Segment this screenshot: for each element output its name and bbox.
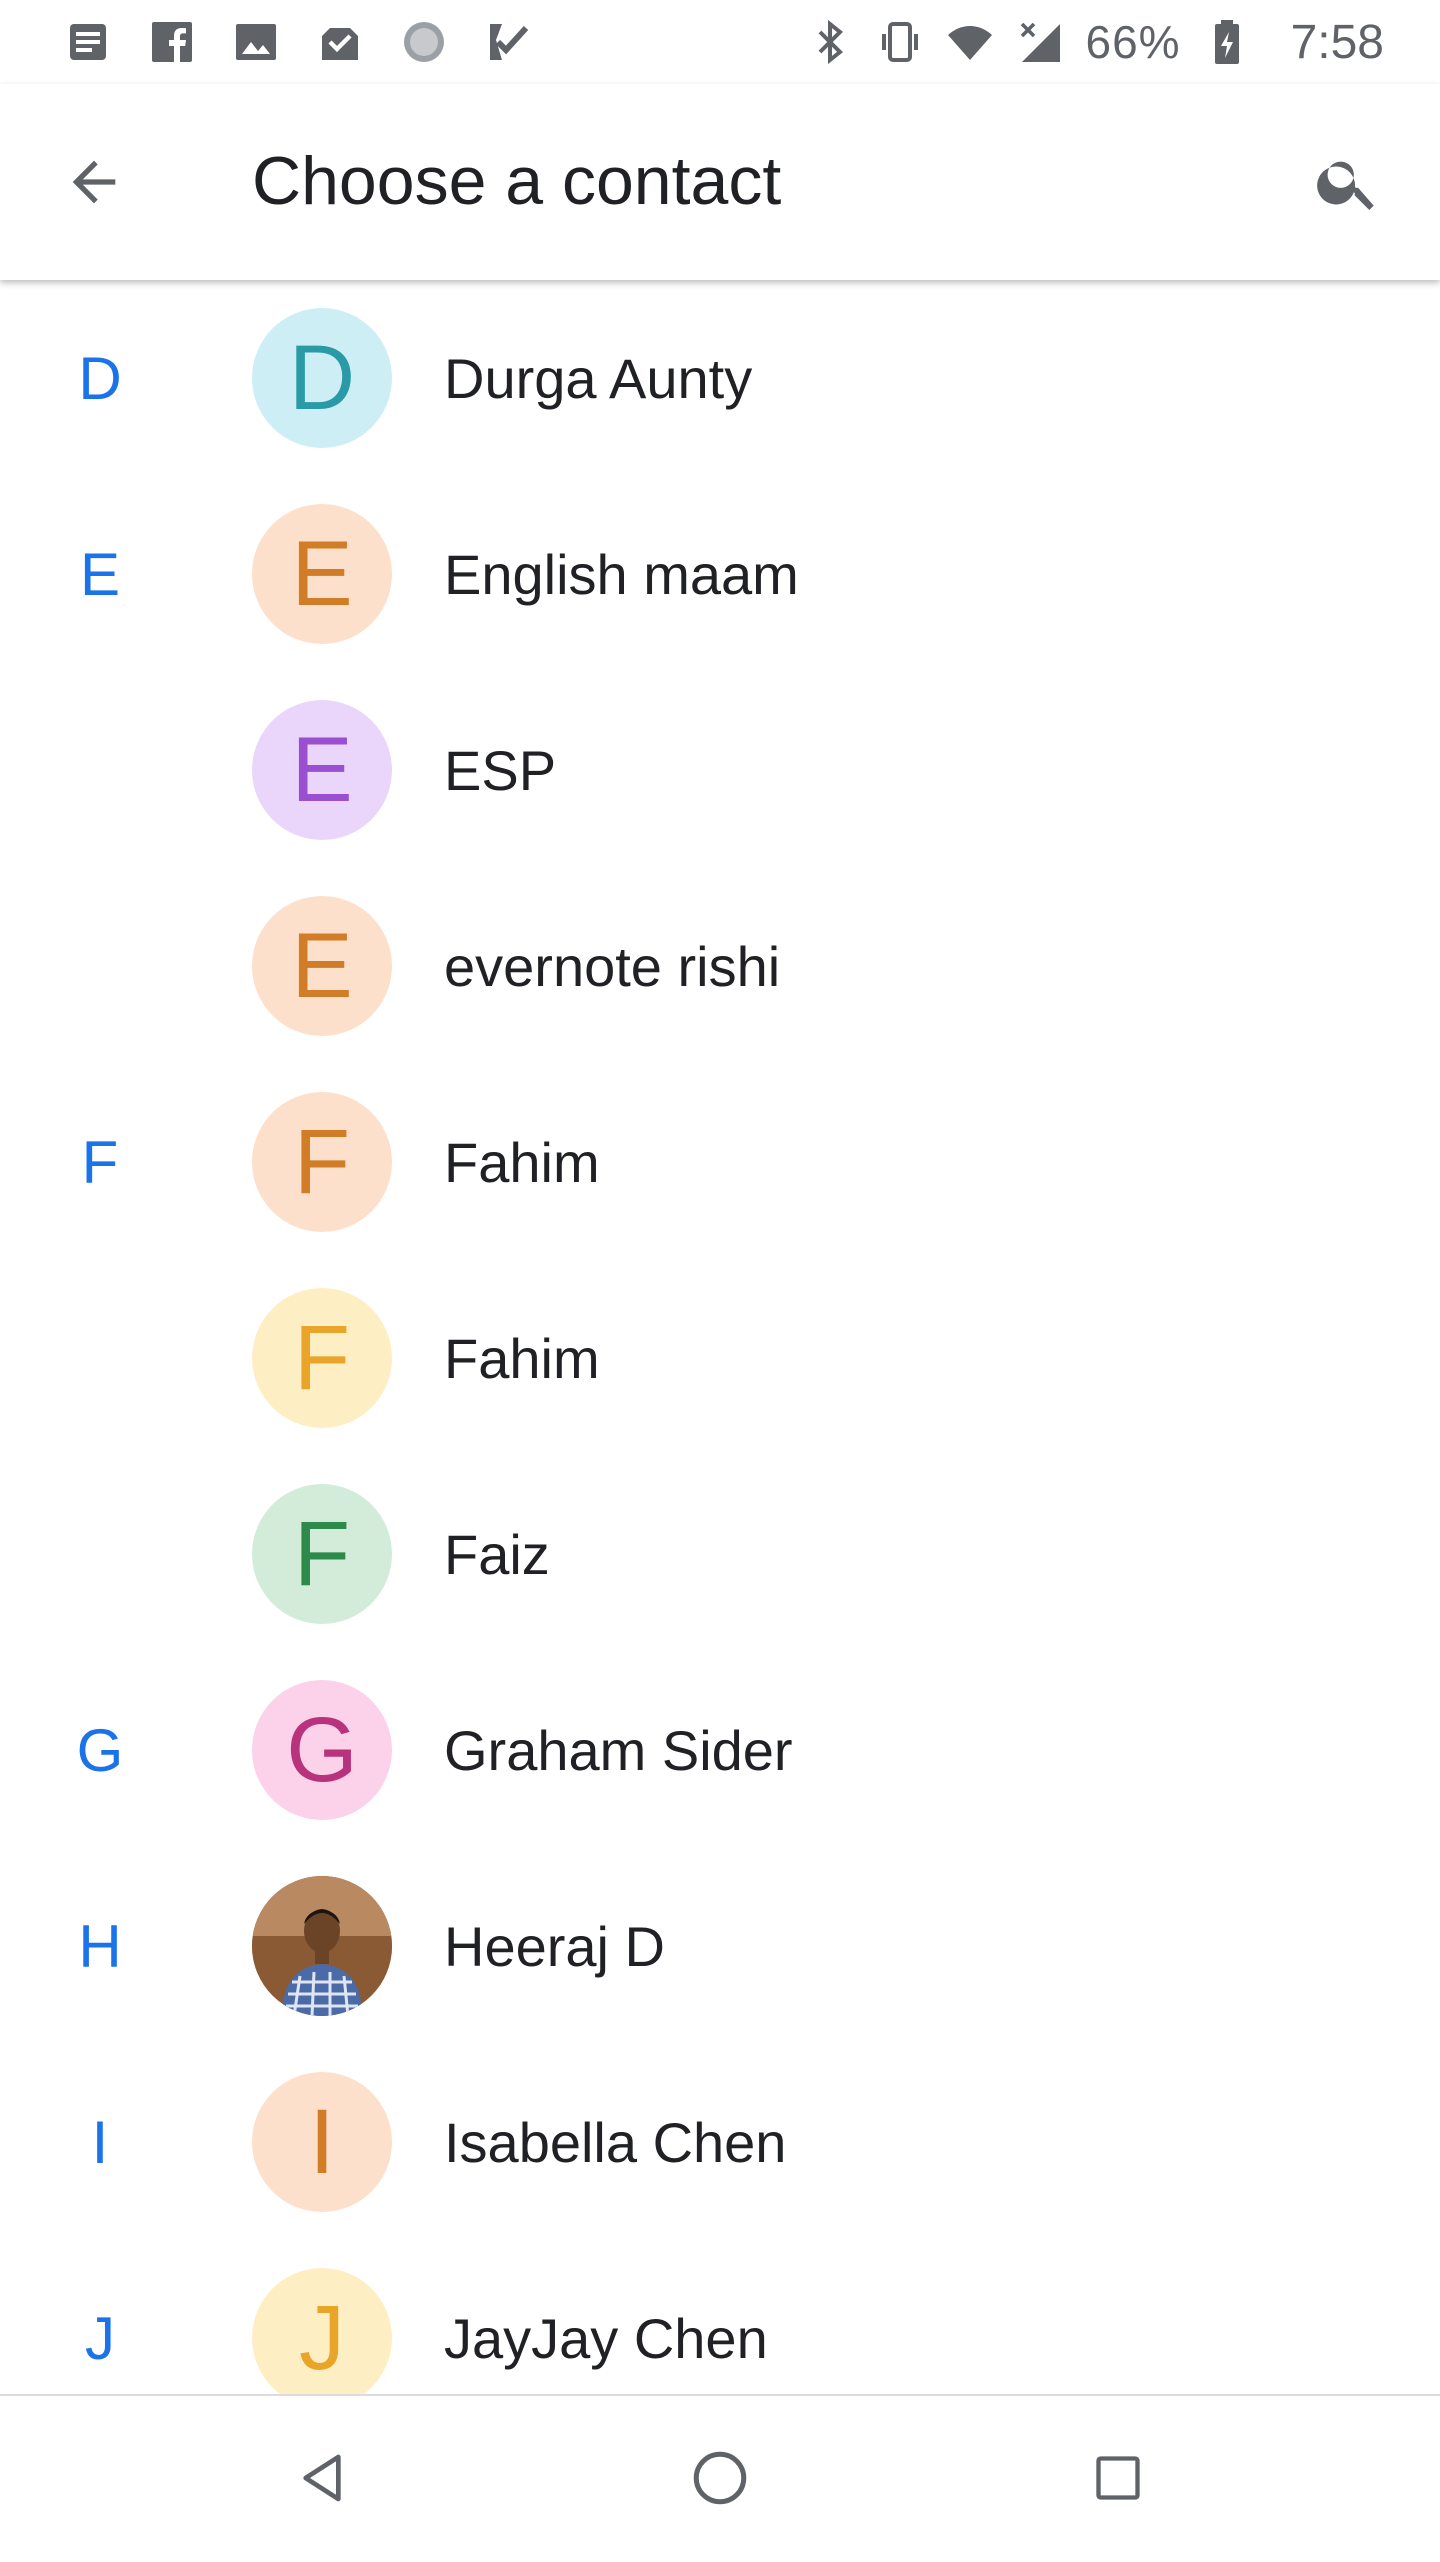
section-letter [40,1456,160,1652]
avatar-initial: E [291,914,353,1017]
contact-avatar: J [252,2268,392,2394]
contact-avatar: F [252,1092,392,1232]
avatar-initial: D [288,326,356,429]
contact-name: English maam [444,542,799,606]
contact-name: ESP [444,738,557,802]
avatar-initial: F [293,1306,351,1409]
avatar-initial: F [293,1110,351,1213]
avatar-initial: G [286,1698,358,1801]
nav-recents-button[interactable] [1066,2426,1170,2530]
bluetooth-icon [818,19,843,65]
person-photo-icon [252,1876,392,2016]
back-button[interactable] [50,138,138,226]
vibrate-icon [881,22,918,62]
section-letter [40,672,160,868]
section-letter [40,1260,160,1456]
section-letter: F [81,1128,119,1196]
contact-row[interactable]: J J JayJay Chen [0,2240,1440,2394]
contact-avatar: F [252,1288,392,1428]
contact-row[interactable]: D D Durga Aunty [0,280,1440,476]
avatar-initial: I [309,2090,335,2193]
image-icon [236,24,276,60]
avatar-initial: E [291,522,353,625]
contact-name: JayJay Chen [444,2306,768,2370]
section-letter: D [78,344,122,412]
contact-list[interactable]: D D Durga Aunty E E English maam E ESP Eevernote… [0,280,1440,2394]
clock: 7:58 [1290,15,1384,69]
contact-name: Graham Sider [444,1718,793,1782]
inbox-done-icon [322,28,358,60]
contact-row[interactable]: H Heeraj D [0,1848,1440,2044]
contact-name: evernote rishi [444,934,781,998]
contact-avatar: D [252,308,392,448]
contact-name: Fahim [444,1326,600,1390]
contact-avatar: E [252,700,392,840]
wifi-icon [947,26,992,60]
contact-avatar: I [252,2072,392,2212]
contact-row[interactable]: G G Graham Sider [0,1652,1440,1848]
contact-row[interactable]: Eevernote rishi [0,868,1440,1064]
status-bar: 66% 7:58 [0,0,1440,84]
avatar-initial: F [293,1502,351,1605]
contact-name: Isabella Chen [444,2110,787,2174]
contact-avatar: F [252,1484,392,1624]
nav-back-button[interactable] [270,2426,374,2530]
contact-avatar: G [252,1680,392,1820]
navigation-bar [0,2394,1440,2562]
tasks-check-icon [490,24,529,60]
contact-name: Faiz [444,1522,550,1586]
contact-row[interactable]: E ESP [0,672,1440,868]
contact-name: Durga Aunty [444,346,753,410]
notes-icon [70,24,106,60]
loading-circle-icon [404,22,444,62]
section-letter: H [78,1912,122,1980]
battery-charging-icon [1214,20,1239,64]
system-icons: 66% 7:58 [806,0,1384,84]
contact-name: Fahim [444,1130,600,1194]
avatar-initial: E [291,718,353,821]
contact-row[interactable]: E E English maam [0,476,1440,672]
contact-row[interactable]: I I Isabella Chen [0,2044,1440,2240]
section-letter: I [91,2108,109,2176]
search-button[interactable] [1300,134,1396,230]
search-icon [1317,161,1374,210]
contact-avatar: E [252,504,392,644]
avatar-initial: J [299,2286,345,2389]
page-title: Choose a contact [252,143,782,219]
section-letter [40,868,160,1064]
facebook-icon [152,22,192,62]
contact-row[interactable]: F F Fahim [0,1064,1440,1260]
app-bar: Choose a contact [0,84,1440,280]
contact-row[interactable]: F Faiz [0,1456,1440,1652]
contact-name: Heeraj D [444,1914,665,1978]
nav-home-button[interactable] [668,2426,772,2530]
section-letter: G [76,1716,124,1784]
notification-icons [64,0,532,84]
section-letter: E [79,540,121,608]
section-letter: J [85,2304,115,2372]
arrow-back-icon [72,160,116,204]
nav-home-icon [693,2451,747,2505]
nav-back-icon [303,2454,341,2502]
contact-avatar: E [252,896,392,1036]
battery-percent: 66% [1085,16,1181,68]
nav-recents-icon [1096,2456,1140,2500]
contact-photo-avatar [252,1876,392,2016]
contact-row[interactable]: F Fahim [0,1260,1440,1456]
cell-signal-icon [1020,22,1060,62]
